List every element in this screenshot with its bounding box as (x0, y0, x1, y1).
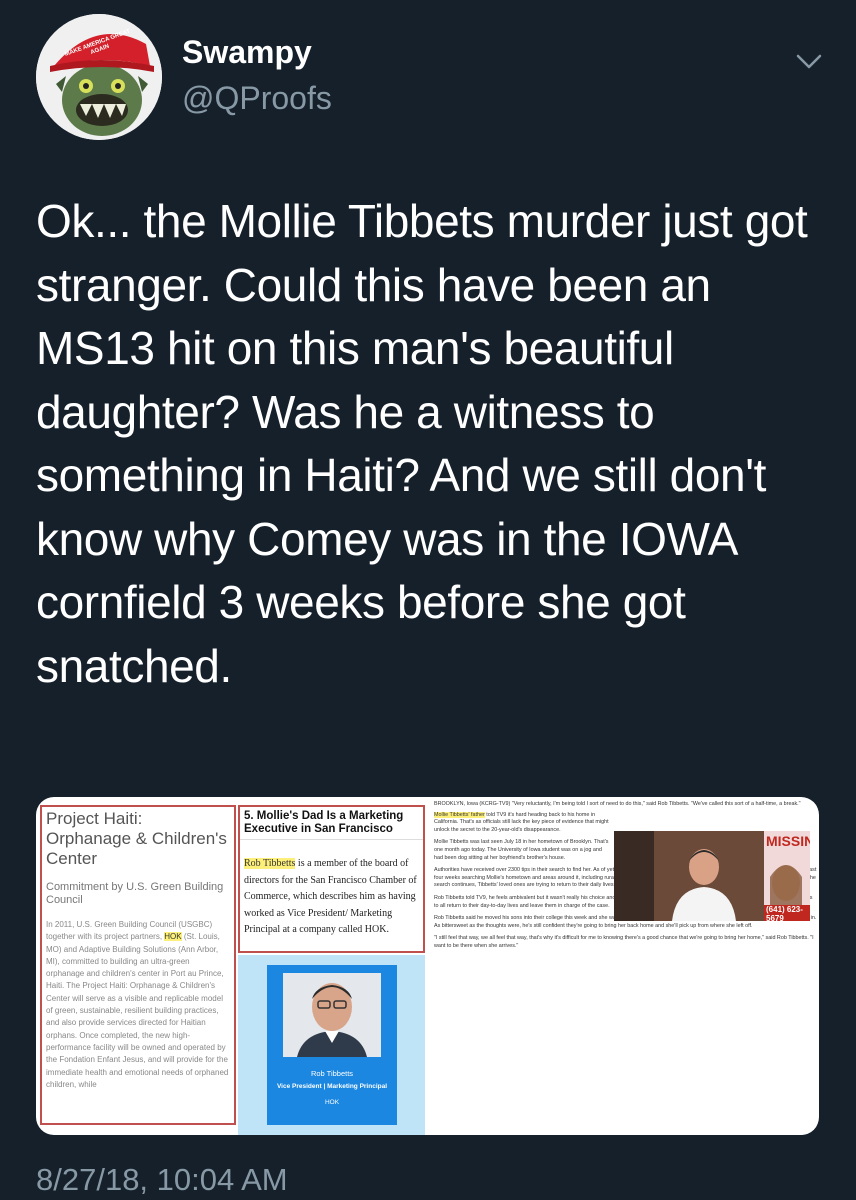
article-paragraph-6: "I still feel that way, we all feel that… (434, 935, 814, 949)
mollies-dad-body-text: is a member of the board of directors fo… (244, 858, 417, 935)
profile-role: Vice President | Marketing Principal (276, 1083, 388, 1090)
project-haiti-title: Project Haiti: Orphanage & Children's Ce… (46, 809, 227, 868)
rob-tibbetts-highlight: Rob Tibbetts (244, 858, 296, 869)
article-intro: BROOKLYN, Iowa (KCRG-TV9) "Very reluctan… (434, 801, 801, 807)
news-article-panel: BROOKLYN, Iowa (KCRG-TV9) "Very reluctan… (434, 801, 817, 1135)
project-haiti-subtitle: Commitment by U.S. Green Building Counci… (46, 881, 224, 906)
hok-highlight: HOK (164, 932, 182, 942)
tweet-media-image[interactable]: Project Haiti: Orphanage & Children's Ce… (36, 797, 819, 1135)
tweet-menu-button[interactable] (792, 44, 826, 78)
avatar-image (36, 14, 162, 140)
article-paragraph-2: Mollie Tibbetts was last seen July 18 in… (434, 839, 609, 861)
tweet-text: Ok... the Mollie Tibbets murder just got… (36, 195, 808, 692)
profile-card: Rob Tibbetts Vice President | Marketing … (267, 965, 397, 1125)
chevron-down-icon (796, 54, 822, 69)
project-haiti-body: In 2011, U.S. Green Building Council (US… (42, 907, 234, 1091)
profile-card-panel: Rob Tibbetts Vice President | Marketing … (238, 955, 425, 1135)
display-name[interactable]: Swampy (182, 34, 312, 71)
profile-photo (283, 973, 381, 1057)
tweet-timestamp[interactable]: 8/27/18, 10:04 AM (36, 1162, 288, 1198)
mollies-dad-panel: 5. Mollie's Dad Is a Marketing Executive… (238, 805, 425, 953)
mollies-father-highlight: Mollie Tibbetts' father (434, 811, 485, 818)
profile-org: HOK (324, 1099, 340, 1106)
mollies-dad-title: 5. Mollie's Dad Is a Marketing Executive… (240, 807, 423, 840)
missing-poster-phone: (641) 623-5679 (764, 905, 810, 921)
project-haiti-panel: Project Haiti: Orphanage & Children's Ce… (40, 805, 236, 1125)
article-paragraph-1: Mollie Tibbetts' father told TV9 it's ha… (434, 811, 610, 835)
mollies-dad-body: Rob Tibbetts is a member of the board of… (240, 840, 423, 939)
user-handle[interactable]: @QProofs (182, 80, 332, 117)
project-haiti-body-after: (St. Louis, MO) and Adaptive Building So… (46, 932, 229, 1089)
missing-poster-title: MISSING (766, 833, 810, 849)
article-photo: MISSING (641) 623-5679 (614, 831, 810, 921)
avatar[interactable]: MAKE AMERICA GREAT AGAIN (36, 14, 162, 140)
profile-name: Rob Tibbetts (310, 1069, 354, 1078)
